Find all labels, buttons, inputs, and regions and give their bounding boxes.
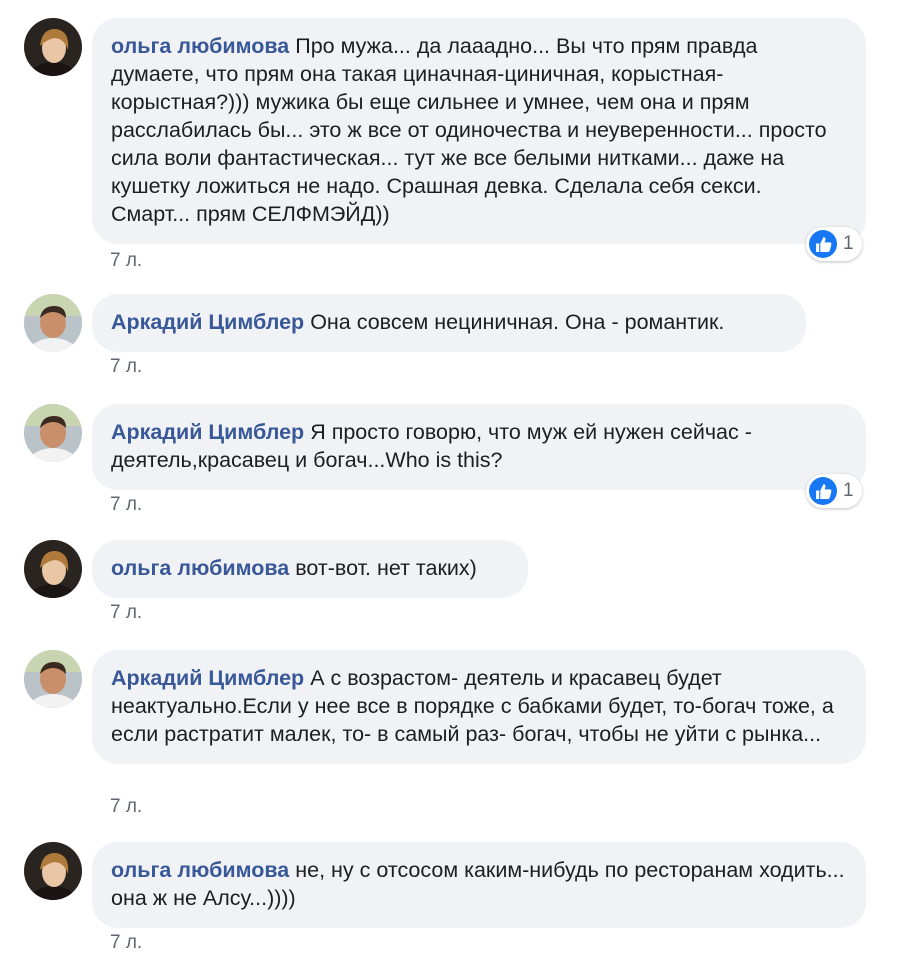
comment-author[interactable]: Аркадий Цимблер	[111, 420, 304, 444]
comment-author[interactable]: ольга любимова	[111, 556, 289, 580]
comment-author[interactable]: ольга любимова	[111, 858, 289, 882]
avatar-arkady[interactable]	[24, 294, 82, 352]
avatar-arkady[interactable]	[24, 404, 82, 462]
comment-time[interactable]: 7 л.	[110, 932, 142, 954]
like-icon	[809, 477, 837, 505]
reaction-badge[interactable]: 1	[806, 227, 862, 261]
comment-text: вот-вот. нет таких)	[295, 556, 477, 580]
comment-time[interactable]: 7 л.	[110, 250, 142, 272]
like-icon	[809, 230, 837, 258]
comment-bubble: Аркадий Цимблер Я просто говорю, что муж …	[92, 404, 866, 490]
comment-bubble: ольга любимова не, ну с отсосом каким-ниб…	[92, 842, 866, 928]
comment-bubble: Аркадий Цимблер А с возрастом- деятель и …	[92, 650, 866, 764]
comment-text: Про мужа... да лааадно... Вы что прям пр…	[111, 34, 827, 226]
comment-time[interactable]: 7 л.	[110, 602, 142, 624]
comment-text: Она совсем нециничная. Она - романтик.	[310, 310, 725, 334]
comment-author[interactable]: Аркадий Цимблер	[111, 310, 304, 334]
comment-author[interactable]: Аркадий Цимблер	[111, 666, 304, 690]
avatar-olga[interactable]	[24, 540, 82, 598]
comment-time[interactable]: 7 л.	[110, 494, 142, 516]
comment-bubble: ольга любимова вот-вот. нет таких)	[92, 540, 528, 598]
comment-bubble: Аркадий Цимблер Она совсем нециничная. Он…	[92, 294, 806, 352]
avatar-olga[interactable]	[24, 18, 82, 76]
reaction-badge[interactable]: 1	[806, 474, 862, 508]
reaction-count: 1	[843, 480, 854, 501]
avatar-arkady[interactable]	[24, 650, 82, 708]
avatar-olga[interactable]	[24, 842, 82, 900]
comment-time[interactable]: 7 л.	[110, 796, 142, 818]
comment-time[interactable]: 7 л.	[110, 356, 142, 378]
comment-author[interactable]: ольга любимова	[111, 34, 289, 58]
comment-bubble: ольга любимова Про мужа... да лааадно... …	[92, 18, 866, 244]
reaction-count: 1	[843, 233, 854, 254]
comment-thread: ольга любимова Про мужа... да лааадно... …	[0, 0, 922, 968]
